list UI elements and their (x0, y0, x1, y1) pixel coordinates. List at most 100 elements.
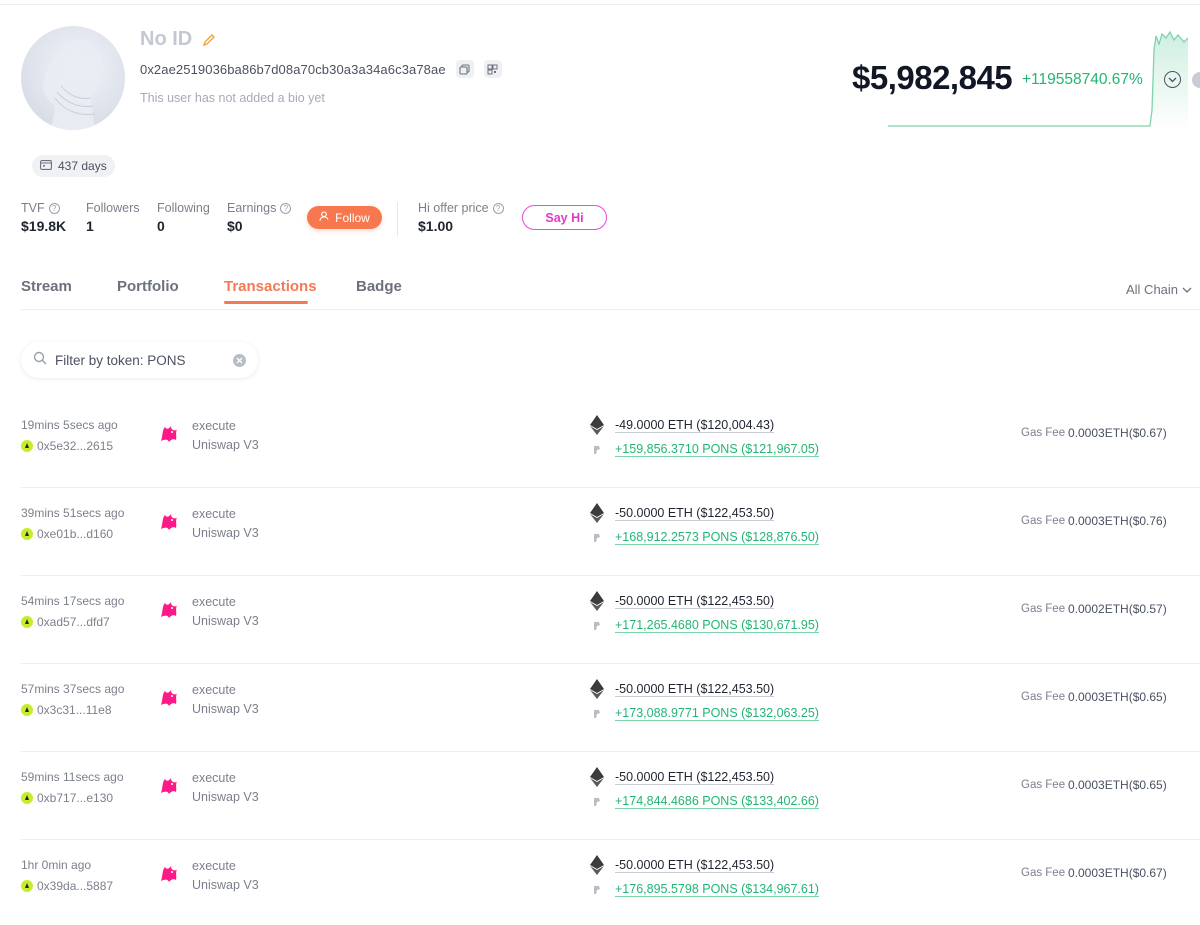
transaction-row[interactable]: 39mins 51secs ago 0xe01b...d160 execute Uni… (0, 488, 1200, 576)
transaction-method: execute (192, 771, 236, 785)
transaction-row[interactable]: 54mins 17secs ago 0xad57...dfd7 execute Uni… (0, 576, 1200, 664)
eth-icon (590, 855, 604, 875)
info-icon[interactable]: ? (48, 202, 60, 214)
transaction-amount-in[interactable]: +171,265.4680 PONS ($130,671.95) (615, 618, 819, 633)
transaction-amount-out[interactable]: -50.0000 ETH ($122,453.50) (615, 682, 775, 697)
copy-icon[interactable] (455, 60, 474, 78)
stat-followers-value: 1 (86, 218, 94, 234)
qr-icon[interactable] (483, 60, 502, 78)
edit-icon[interactable] (202, 33, 216, 47)
transaction-amount-out[interactable]: -50.0000 ETH ($122,453.50) (615, 858, 775, 873)
transaction-hash-link[interactable]: 0x5e32...2615 (21, 439, 113, 453)
info-icon[interactable]: ? (280, 202, 292, 214)
gas-fee-label: Gas Fee (1021, 779, 1066, 791)
tab-badge[interactable]: Badge (356, 278, 402, 304)
transaction-hash-link[interactable]: 0xb717...e130 (21, 791, 113, 805)
total-balance: $5,982,845 (852, 59, 1013, 96)
stat-offer-value: $1.00 (418, 218, 454, 234)
gas-fee-value: 0.0003ETH($0.67) (1068, 866, 1167, 880)
chain-icon (21, 440, 33, 452)
transaction-amount-out[interactable]: -50.0000 ETH ($122,453.50) (615, 506, 775, 521)
transaction-time: 19mins 5secs ago (21, 418, 118, 432)
transaction-hash-link[interactable]: 0xad57...dfd7 (21, 615, 110, 629)
transaction-amount-in[interactable]: +168,912.2573 PONS ($128,876.50) (615, 530, 819, 545)
top-border (0, 4, 1200, 5)
transaction-dex: Uniswap V3 (192, 702, 259, 716)
transaction-hash: 0xad57...dfd7 (37, 615, 110, 629)
stat-earnings-label: Earnings (227, 201, 277, 215)
stat-followers[interactable]: Followers 1 (86, 201, 140, 234)
info-icon[interactable]: ? (492, 202, 504, 214)
avatar (21, 26, 125, 130)
pons-token-icon (592, 882, 602, 894)
eth-icon (590, 415, 604, 435)
uniswap-icon (156, 685, 182, 711)
wallet-address: 0x2ae2519036ba86b7d08a70cb30a3a34a6c3a78… (140, 61, 446, 77)
transaction-method: execute (192, 419, 236, 433)
transaction-row[interactable]: 1hr 0min ago 0x39da...5887 execute Uniswap … (0, 840, 1200, 925)
stats-divider (397, 202, 398, 236)
say-hi-label: Say Hi (545, 210, 584, 225)
stat-followers-label: Followers (86, 201, 140, 215)
transaction-row[interactable]: 19mins 5secs ago 0x5e32...2615 execute Unis… (0, 400, 1200, 488)
account-age-text: 437 days (58, 159, 107, 173)
stat-tvf-label: TVF (21, 201, 45, 215)
eth-icon (590, 503, 604, 523)
gas-fee-label: Gas Fee (1021, 515, 1066, 527)
search-input[interactable]: Filter by token: PONS (55, 353, 225, 368)
transaction-amount-in[interactable]: +159,856.3710 PONS ($121,967.05) (615, 442, 819, 457)
transaction-amount-in[interactable]: +173,088.9771 PONS ($132,063.25) (615, 706, 819, 721)
profile-bio: This user has not added a bio yet (140, 91, 325, 105)
transaction-time: 1hr 0min ago (21, 858, 92, 872)
transaction-dex: Uniswap V3 (192, 614, 259, 628)
transaction-hash: 0x3c31...11e8 (37, 703, 112, 717)
follow-button[interactable]: Follow (307, 206, 382, 229)
tabs-divider (21, 309, 1200, 310)
chain-icon (21, 880, 33, 892)
clear-icon[interactable] (233, 353, 246, 367)
transaction-hash: 0x5e32...2615 (37, 439, 114, 453)
chain-icon (21, 616, 33, 628)
transaction-time: 57mins 37secs ago (21, 682, 125, 696)
stat-tvf: TVF? $19.8K (21, 201, 66, 234)
transaction-hash: 0xe01b...d160 (37, 527, 114, 541)
transaction-hash: 0xb717...e130 (37, 791, 114, 805)
profile-tabs: Stream Portfolio Transactions Badge (21, 278, 402, 304)
search-icon (33, 351, 47, 370)
gas-fee-label: Gas Fee (1021, 427, 1066, 439)
calendar-icon (40, 159, 52, 173)
transaction-amount-in[interactable]: +176,895.5798 PONS ($134,967.61) (615, 882, 819, 897)
stat-following[interactable]: Following 0 (157, 201, 210, 234)
chevron-down-icon[interactable] (1164, 71, 1181, 88)
transaction-row[interactable]: 57mins 37secs ago 0x3c31...11e8 execute Uni… (0, 664, 1200, 752)
eth-icon (590, 767, 604, 787)
stat-earnings-value: $0 (227, 218, 243, 234)
gas-fee-label: Gas Fee (1021, 867, 1066, 879)
transaction-hash-link[interactable]: 0x3c31...11e8 (21, 703, 112, 717)
say-hi-button[interactable]: Say Hi (522, 205, 607, 230)
uniswap-icon (156, 861, 182, 887)
uniswap-icon (156, 597, 182, 623)
chain-filter-label: All Chain (1126, 282, 1179, 297)
chain-icon (21, 704, 33, 716)
token-filter-search[interactable]: Filter by token: PONS (21, 342, 258, 378)
stat-following-label: Following (157, 201, 210, 215)
transaction-amount-out[interactable]: -50.0000 ETH ($122,453.50) (615, 594, 775, 609)
info-icon[interactable] (1192, 72, 1200, 88)
transaction-amount-out[interactable]: -50.0000 ETH ($122,453.50) (615, 770, 775, 785)
chain-filter-dropdown[interactable]: All Chain (1126, 282, 1192, 297)
pons-token-icon (592, 618, 602, 630)
uniswap-icon (156, 421, 182, 447)
eth-icon (590, 679, 604, 699)
tab-stream[interactable]: Stream (21, 278, 117, 304)
transaction-amount-in[interactable]: +174,844.4686 PONS ($133,402.66) (615, 794, 819, 809)
transaction-method: execute (192, 595, 236, 609)
tab-portfolio[interactable]: Portfolio (117, 278, 224, 304)
transaction-hash-link[interactable]: 0x39da...5887 (21, 879, 113, 893)
uniswap-icon (156, 773, 182, 799)
transaction-amount-out[interactable]: -49.0000 ETH ($120,004.43) (615, 418, 775, 433)
profile-name-row: No ID (140, 28, 216, 51)
tab-transactions[interactable]: Transactions (224, 278, 317, 304)
transaction-hash-link[interactable]: 0xe01b...d160 (21, 527, 113, 541)
transaction-row[interactable]: 59mins 11secs ago 0xb717...e130 execute Uni… (0, 752, 1200, 840)
